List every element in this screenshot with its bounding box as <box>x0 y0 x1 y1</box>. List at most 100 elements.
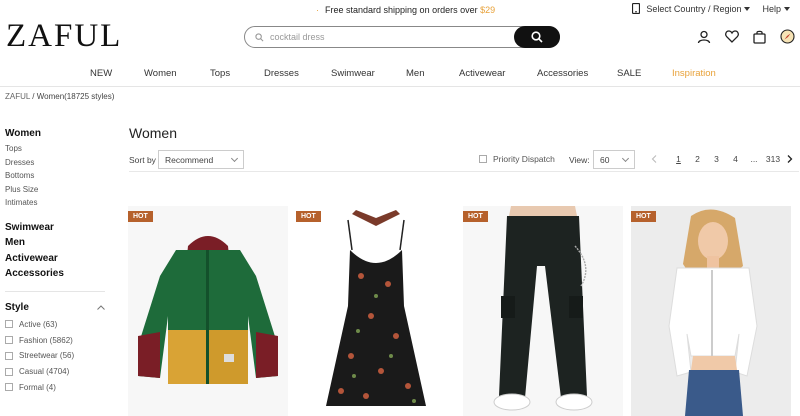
filter-label: Streetwear (56) <box>19 351 75 361</box>
page-313[interactable]: 313 <box>763 154 783 164</box>
checkbox[interactable] <box>5 351 13 360</box>
view-select[interactable]: 60 <box>593 150 635 169</box>
help-menu[interactable]: Help <box>762 4 790 14</box>
page-1[interactable]: 1 <box>669 154 688 164</box>
filter-active[interactable]: Active (63) <box>5 317 115 333</box>
view-label: View: <box>569 155 590 165</box>
nav-item-men[interactable]: Men <box>406 68 424 79</box>
header-icons <box>697 29 795 44</box>
page-3[interactable]: 3 <box>707 154 726 164</box>
checkbox[interactable] <box>479 155 487 163</box>
search-input[interactable] <box>270 32 500 42</box>
breadcrumb-current: Women(18725 styles) <box>36 92 115 101</box>
sort-label: Sort by <box>129 155 156 165</box>
chevron-left-icon[interactable] <box>651 155 657 163</box>
hot-badge: HOT <box>296 211 321 222</box>
page-ellipsis: ... <box>750 154 758 164</box>
sidebar: Women Tops Dresses Bottoms Plus Size Int… <box>5 128 115 395</box>
nav-item-inspiration[interactable]: Inspiration <box>672 68 716 79</box>
sidebar-heading[interactable]: Women <box>5 128 115 139</box>
filter-formal[interactable]: Formal (4) <box>5 380 115 396</box>
sidebar-item-swimwear[interactable]: Swimwear <box>5 220 115 236</box>
sidebar-divider <box>5 290 105 292</box>
sidebar-item-plus-size[interactable]: Plus Size <box>5 183 115 197</box>
filter-streetwear[interactable]: Streetwear (56) <box>5 348 115 364</box>
promo-text: Free standard shipping on orders over <box>325 5 481 15</box>
chevron-down-icon <box>621 154 630 163</box>
checkbox[interactable] <box>5 336 13 345</box>
bag-icon[interactable] <box>753 30 766 44</box>
heart-icon[interactable] <box>725 30 739 43</box>
pagination: 1 2 3 4 ... 313 <box>651 154 793 164</box>
sidebar-item-tops[interactable]: Tops <box>5 142 115 156</box>
nav-item-swimwear[interactable]: Swimwear <box>331 68 375 79</box>
crop-cardigan-image[interactable] <box>631 206 791 416</box>
breadcrumb: ZAFUL / Women(18725 styles) <box>5 92 114 101</box>
country-label: Select Country / Region <box>646 3 742 14</box>
nav-item-accessories[interactable]: Accessories <box>537 68 588 79</box>
promo-amount: $29 <box>480 5 496 15</box>
nav-item-new[interactable]: NEW <box>90 68 112 79</box>
chevron-down-icon <box>230 154 239 163</box>
checkbox[interactable] <box>5 383 13 392</box>
checkbox[interactable] <box>5 367 13 376</box>
hot-badge: HOT <box>463 211 488 222</box>
page-2[interactable]: 2 <box>688 154 707 164</box>
nav-item-tops[interactable]: Tops <box>210 68 230 79</box>
sidebar-item-accessories[interactable]: Accessories <box>5 266 115 282</box>
page-title: Women <box>129 125 177 141</box>
cargo-pants-image[interactable] <box>463 206 623 416</box>
compass-icon[interactable] <box>780 29 795 44</box>
filter-label: Fashion (5862) <box>19 335 73 345</box>
sort-select[interactable]: Recommend <box>158 150 244 169</box>
sidebar-item-bottoms[interactable]: Bottoms <box>5 169 115 183</box>
search-bar <box>244 26 560 48</box>
product-card[interactable]: HOT <box>631 206 791 416</box>
chevron-up-icon <box>97 304 105 310</box>
sidebar-item-intimates[interactable]: Intimates <box>5 196 115 210</box>
page-4[interactable]: 4 <box>726 154 745 164</box>
checkbox[interactable] <box>5 320 13 329</box>
sidebar-item-dresses[interactable]: Dresses <box>5 156 115 170</box>
search-button[interactable] <box>514 26 560 48</box>
main-nav: NEW Women Tops Dresses Swimwear Men Acti… <box>0 67 800 87</box>
chevron-down-icon <box>784 7 790 12</box>
filter-label: Casual (4704) <box>19 367 70 377</box>
country-selector[interactable]: Select Country / Region <box>646 3 751 14</box>
promo-banner[interactable]: · Free standard shipping on orders over $… <box>316 5 495 15</box>
filter-label: Formal (4) <box>19 382 56 392</box>
nav-item-dresses[interactable]: Dresses <box>264 68 299 79</box>
hot-badge: HOT <box>631 211 656 222</box>
priority-dispatch-toggle[interactable]: Priority Dispatch <box>479 154 555 164</box>
filter-casual[interactable]: Casual (4704) <box>5 364 115 380</box>
chevron-right-icon[interactable] <box>787 155 793 163</box>
nav-item-activewear[interactable]: Activewear <box>459 68 505 79</box>
top-strip: · Free standard shipping on orders over $… <box>0 0 800 20</box>
product-card[interactable]: HOT <box>296 206 456 416</box>
nav-item-sale[interactable]: SALE <box>617 68 641 79</box>
filter-label: Active (63) <box>19 319 58 329</box>
user-icon[interactable] <box>697 30 711 44</box>
colorblock-jacket-image[interactable] <box>128 206 288 416</box>
breadcrumb-separator: / <box>30 92 37 101</box>
dispatch-label: Priority Dispatch <box>493 154 555 164</box>
product-card[interactable]: HOT <box>463 206 623 416</box>
zaful-logo[interactable]: ZAFUL <box>6 18 122 55</box>
listing-toolbar: Sort by Recommend Priority Dispatch View… <box>129 150 799 172</box>
view-value: 60 <box>600 155 610 165</box>
style-filter-header[interactable]: Style <box>5 302 105 313</box>
top-right-menu: Select Country / Region Help <box>632 3 790 14</box>
product-card[interactable]: HOT <box>128 206 288 416</box>
sort-value: Recommend <box>165 155 214 165</box>
chevron-down-icon <box>744 7 751 12</box>
floral-dress-image[interactable] <box>296 206 456 416</box>
style-heading: Style <box>5 301 29 313</box>
sidebar-item-activewear[interactable]: Activewear <box>5 251 115 267</box>
nav-item-women[interactable]: Women <box>144 68 177 79</box>
search-icon <box>255 32 264 41</box>
search-icon <box>531 31 543 43</box>
phone-icon[interactable] <box>632 3 641 14</box>
breadcrumb-home[interactable]: ZAFUL <box>5 92 30 101</box>
sidebar-item-men[interactable]: Men <box>5 235 115 251</box>
filter-fashion[interactable]: Fashion (5862) <box>5 332 115 348</box>
